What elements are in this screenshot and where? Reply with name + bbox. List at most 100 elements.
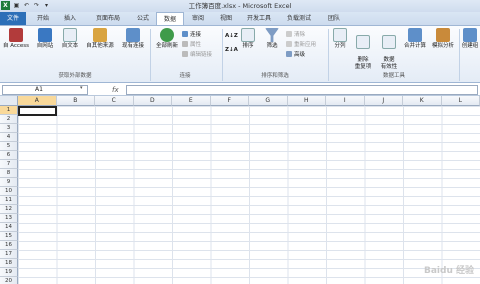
column-header[interactable]: H bbox=[287, 96, 326, 106]
row-header[interactable]: 16 bbox=[0, 241, 18, 250]
from-other-sources-button[interactable]: 自其他来源 bbox=[82, 28, 118, 50]
tab-review[interactable]: 审阅 bbox=[186, 12, 210, 25]
fx-button[interactable]: fx bbox=[112, 85, 124, 95]
row-header[interactable]: 3 bbox=[0, 124, 18, 133]
reapply-button[interactable]: 重新应用 bbox=[286, 41, 316, 49]
text-to-columns-button[interactable]: 分列 bbox=[330, 28, 350, 50]
tab-developer[interactable]: 开发工具 bbox=[242, 12, 276, 25]
worksheet: ABCDEFGHIJKL 1 2 3 4 5 6 7 8 9 10 11 12 13 14 15 16 17 18… bbox=[0, 96, 480, 284]
tab-home[interactable]: 开始 bbox=[31, 12, 55, 25]
reapply-icon bbox=[286, 41, 292, 47]
from-web-button[interactable]: 自网站 bbox=[32, 28, 58, 50]
tab-file[interactable]: 文件 bbox=[0, 12, 26, 25]
connections-icon bbox=[126, 28, 140, 42]
row-header[interactable]: 9 bbox=[0, 178, 18, 187]
refresh-all-button[interactable]: 全部刷新 bbox=[153, 28, 181, 50]
ribbon-tab-bar: 文件 开始 插入 页面布局 公式 数据 审阅 视图 开发工具 负载测试 团队 bbox=[0, 12, 480, 26]
refresh-icon bbox=[160, 28, 174, 42]
column-header[interactable]: A bbox=[18, 96, 57, 106]
group-label-data-tools: 数据工具 bbox=[382, 73, 405, 79]
remove-duplicates-icon bbox=[356, 35, 370, 49]
name-box-dropdown-icon[interactable]: ▾ bbox=[80, 85, 83, 91]
from-access-button[interactable]: 自 Access bbox=[2, 28, 30, 50]
sort-za-icon[interactable]: Z↓A bbox=[225, 46, 238, 54]
clear-filter-button[interactable]: 清除 bbox=[286, 31, 305, 39]
tab-data[interactable]: 数据 bbox=[156, 12, 184, 26]
connections-button[interactable]: 连接 bbox=[182, 31, 201, 39]
group-button[interactable]: 创建组 bbox=[460, 28, 480, 50]
group-label-sort-filter: 排序和筛选 bbox=[261, 73, 289, 79]
row-header[interactable]: 13 bbox=[0, 214, 18, 223]
access-icon bbox=[9, 28, 23, 42]
row-header[interactable]: 14 bbox=[0, 223, 18, 232]
tab-load-test[interactable]: 负载测试 bbox=[282, 12, 316, 25]
ribbon: 自 Access 自网站 自文本 自其他来源 现有连接 获取外部数据 全部刷新 … bbox=[0, 25, 480, 83]
data-validation-button[interactable]: 数据 有效性 bbox=[377, 28, 401, 71]
text-file-icon bbox=[63, 28, 77, 42]
columns-icon bbox=[333, 28, 347, 42]
column-header[interactable]: C bbox=[95, 96, 134, 106]
column-header[interactable]: I bbox=[326, 96, 365, 106]
group-label-get-external: 获取外部数据 bbox=[58, 73, 92, 79]
row-header[interactable]: 5 bbox=[0, 142, 18, 151]
cell-grid[interactable] bbox=[18, 106, 480, 284]
active-cell[interactable] bbox=[18, 106, 57, 116]
filter-icon bbox=[265, 28, 279, 42]
link-icon bbox=[182, 31, 188, 37]
tab-view[interactable]: 视图 bbox=[214, 12, 238, 25]
edit-links-button[interactable]: 编辑链接 bbox=[182, 51, 212, 59]
advanced-filter-button[interactable]: 高级 bbox=[286, 51, 305, 59]
group-icon bbox=[463, 28, 477, 42]
web-icon bbox=[38, 28, 52, 42]
row-header[interactable]: 12 bbox=[0, 205, 18, 214]
sort-button[interactable]: 排序 bbox=[238, 28, 258, 50]
row-header[interactable]: 2 bbox=[0, 115, 18, 124]
row-header[interactable]: 6 bbox=[0, 151, 18, 160]
tab-page-layout[interactable]: 页面布局 bbox=[86, 12, 130, 25]
column-header[interactable]: D bbox=[133, 96, 172, 106]
edit-links-icon bbox=[182, 51, 188, 57]
column-header[interactable]: E bbox=[172, 96, 211, 106]
row-header[interactable]: 20 bbox=[0, 277, 18, 284]
formula-input[interactable] bbox=[126, 85, 478, 95]
row-header[interactable]: 1 bbox=[0, 106, 18, 115]
consolidate-button[interactable]: 合并计算 bbox=[402, 28, 428, 50]
remove-duplicates-button[interactable]: 删除 重复项 bbox=[351, 28, 375, 71]
tab-formulas[interactable]: 公式 bbox=[131, 12, 155, 25]
filter-button[interactable]: 筛选 bbox=[262, 28, 282, 50]
column-header[interactable]: F bbox=[210, 96, 249, 106]
column-header[interactable]: L bbox=[441, 96, 480, 106]
row-header[interactable]: 8 bbox=[0, 169, 18, 178]
row-header[interactable]: 11 bbox=[0, 196, 18, 205]
existing-connections-button[interactable]: 现有连接 bbox=[119, 28, 147, 50]
other-sources-icon bbox=[93, 28, 107, 42]
row-header[interactable]: 10 bbox=[0, 187, 18, 196]
sort-icon bbox=[241, 28, 255, 42]
column-header[interactable]: K bbox=[403, 96, 442, 106]
watermark: Baidu 经验 bbox=[423, 266, 474, 276]
what-if-analysis-button[interactable]: 模拟分析 bbox=[429, 28, 457, 50]
window-title: 工作簿百度.xlsx - Microsoft Excel bbox=[188, 2, 292, 10]
what-if-icon bbox=[436, 28, 450, 42]
row-header[interactable]: 4 bbox=[0, 133, 18, 142]
column-header[interactable]: B bbox=[56, 96, 95, 106]
select-all-corner[interactable] bbox=[0, 96, 18, 106]
tab-team[interactable]: 团队 bbox=[322, 12, 346, 25]
row-header[interactable]: 17 bbox=[0, 250, 18, 259]
row-header[interactable]: 7 bbox=[0, 160, 18, 169]
name-box[interactable]: A1 bbox=[2, 85, 88, 95]
row-header[interactable]: 18 bbox=[0, 259, 18, 268]
column-header[interactable]: J bbox=[364, 96, 403, 106]
row-header[interactable]: 19 bbox=[0, 268, 18, 277]
formula-bar: A1 ▾ fx bbox=[0, 84, 480, 96]
tab-insert[interactable]: 插入 bbox=[58, 12, 82, 25]
advanced-icon bbox=[286, 51, 292, 57]
column-header[interactable]: G bbox=[249, 96, 288, 106]
group-label-connections: 连接 bbox=[179, 73, 191, 79]
properties-button[interactable]: 属性 bbox=[182, 41, 201, 49]
row-header[interactable]: 15 bbox=[0, 232, 18, 241]
validation-icon bbox=[382, 35, 396, 49]
from-text-button[interactable]: 自文本 bbox=[58, 28, 82, 50]
sort-az-icon[interactable]: A↓Z bbox=[225, 32, 238, 40]
properties-icon bbox=[182, 41, 188, 47]
